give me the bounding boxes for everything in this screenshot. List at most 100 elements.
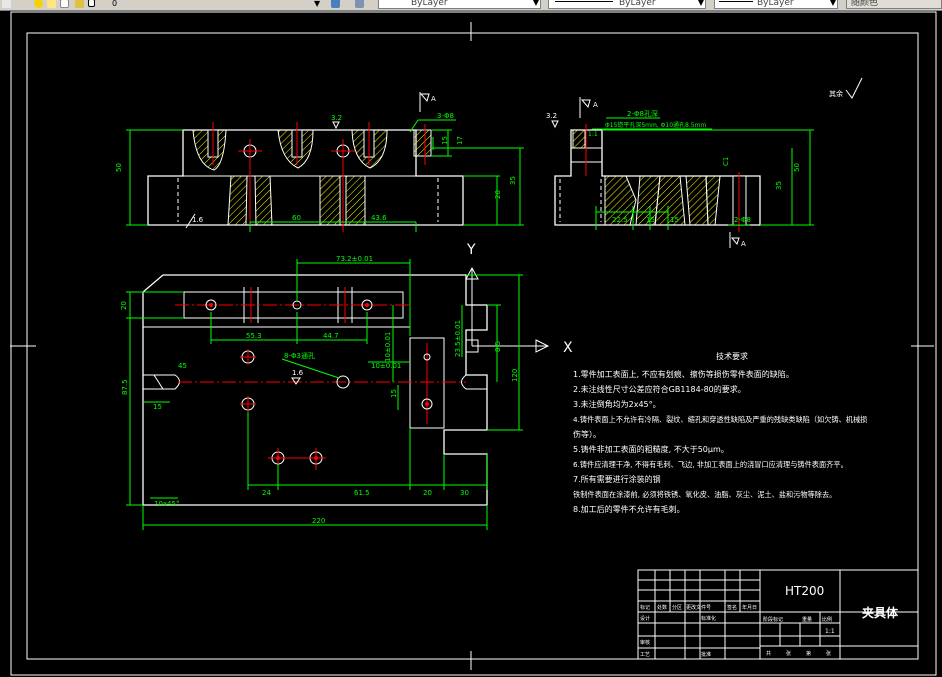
color-square-icon[interactable] — [88, 0, 95, 7]
dim-text: 35 — [509, 176, 517, 185]
scale-text: 1:1 — [825, 628, 835, 635]
dim-text: 24 — [262, 489, 271, 497]
chevron-down-icon: ▼ — [532, 0, 539, 7]
dim-text: 2-Φ8 — [734, 216, 751, 224]
dim-text: 8.5 — [494, 341, 502, 352]
scale-note: 1:1 — [588, 131, 598, 138]
dim-text: 15 — [670, 216, 679, 224]
drawing-canvas[interactable]: 50 20 35 60 43.6 17 15 3-Φ8 3.2 A 1.6 50… — [0, 10, 942, 677]
axis-x-label: X — [563, 340, 573, 356]
linetype-dropdown[interactable]: ByLayer ▼ — [548, 0, 706, 9]
sheet-outer-border — [10, 11, 937, 676]
datum-label: A — [593, 101, 598, 109]
dim-text: C1 — [722, 157, 730, 166]
tb-label: 批准 — [701, 651, 711, 658]
side-view — [554, 124, 761, 232]
dim-text: 15 — [441, 136, 449, 145]
tb-label: 签名 — [727, 604, 737, 611]
dim-text: 10±0.01 — [371, 362, 401, 370]
datum-label: A — [741, 240, 746, 248]
tb-label: 张 — [826, 650, 831, 657]
tech-item: 6.铸件应清理干净, 不得有毛刺、飞边, 非加工表面上的浇冒口应清理与铸件表面齐… — [573, 460, 848, 469]
dim-text: 30 — [460, 489, 469, 497]
general-roughness-mark: 其余 — [829, 77, 863, 99]
dim-text: 23.5±0.01 — [454, 320, 462, 357]
tb-label: 更改文件号 — [686, 604, 711, 611]
tb-label: 审核 — [640, 639, 650, 646]
dim-text: 15 — [390, 389, 398, 398]
tech-item: 伤等）。 — [573, 429, 601, 439]
color-dropdown[interactable]: ByLayer ▼ — [378, 0, 541, 9]
tb-label: 共 — [766, 650, 771, 657]
dim-text: 15 — [153, 403, 162, 411]
tb-label: 比例 — [822, 616, 832, 623]
dim-text: Φ15锪平孔深5mm, Φ10通孔8.5mm — [605, 121, 706, 129]
tb-label: 处数 — [657, 604, 667, 611]
tb-label: 工艺 — [640, 652, 650, 658]
tb-label: 张 — [786, 650, 791, 657]
dim-text: 2-Φ8孔深 — [627, 109, 658, 118]
layer-stack-icon[interactable] — [331, 0, 340, 8]
tech-title: 技术要求 — [716, 351, 748, 361]
tb-label: 阶段标记 — [763, 616, 783, 623]
tech-item: 2.未注线性尺寸公差应符合GB1184-80的要求。 — [573, 384, 746, 394]
tb-label: 设计 — [640, 615, 650, 622]
dim-text: 43.6 — [371, 214, 387, 222]
tech-item: 1.零件加工表面上, 不应有划痕、擦伤等损伤零件表面的缺陷。 — [573, 369, 794, 379]
dim-text: 15 — [646, 216, 655, 224]
part-name-text: 夹具体 — [862, 605, 899, 620]
chevron-down-icon: ▼ — [829, 0, 836, 7]
dim-text: 220 — [312, 517, 325, 525]
dim-text: 60 — [292, 214, 301, 222]
dim-text: 20 — [494, 190, 502, 199]
dim-text: 10±0.01 — [384, 332, 392, 362]
hole-callout: 8-Φ3通孔 — [284, 351, 315, 360]
dim-text: 44.7 — [323, 332, 339, 340]
roughness-text: 3.2 — [331, 114, 342, 122]
dim-text: 17 — [456, 136, 464, 145]
dim-text: 3-Φ8 — [437, 112, 454, 120]
dim-text: 50 — [115, 163, 123, 172]
dim-text: 20 — [120, 301, 128, 310]
chevron-down-icon: ▼ — [697, 0, 704, 7]
tech-item: 3.未注倒角均为2x45°。 — [573, 399, 661, 409]
dim-text: 55.3 — [246, 332, 262, 340]
lightbulb-icon[interactable] — [2, 0, 11, 8]
tb-label: 标准化 — [701, 615, 716, 622]
linetype-sample — [555, 1, 613, 2]
dim-text: 61.5 — [354, 489, 370, 497]
tech-item: 铁制件表面在涂漆前, 必须将铁锈、氧化皮、油脂、灰尘、泥土、盐和污物等除去。 — [573, 490, 836, 499]
dim-text: 20 — [423, 489, 432, 497]
roughness-note: 其余 — [829, 89, 843, 98]
material-text: HT200 — [785, 584, 824, 598]
layer-name: 0 — [112, 0, 118, 8]
color-square-icon[interactable] — [60, 0, 69, 8]
tb-label: 标记 — [640, 604, 650, 611]
roughness-text: 3.2 — [546, 112, 557, 120]
dim-text: 120 — [511, 369, 519, 382]
tb-label: 重量 — [802, 616, 812, 623]
dim-text: 50 — [793, 163, 801, 172]
dim-text: 87.5 — [121, 379, 129, 395]
color-square-icon[interactable] — [47, 0, 56, 8]
tb-label: 分区 — [672, 604, 682, 611]
dim-text: 22.5 — [612, 216, 628, 224]
tech-item: 7.所有需要进行涂装的钢 — [573, 474, 661, 484]
dim-text: 73.2±0.01 — [336, 255, 373, 263]
roughness-text: 1.6 — [192, 216, 204, 224]
sun-icon[interactable] — [34, 0, 43, 8]
tech-item: 8.加工后的零件不允许有毛刺。 — [573, 504, 685, 514]
layers-icon[interactable] — [355, 0, 364, 8]
datum-label: A — [431, 95, 436, 103]
tb-label: 年月日 — [742, 604, 757, 611]
lineweight-dropdown[interactable]: ByLayer ▼ — [714, 0, 838, 9]
dim-text: 35 — [775, 181, 783, 190]
plan-view-dimensions: 73.2±0.01 20 55.3 44.7 10±0.01 23.5±0.01… — [120, 255, 523, 530]
plotstyle-dropdown[interactable]: 随颜色 — [846, 0, 942, 9]
cad-application: 0 ▼ ByLayer ▼ ByLayer ▼ ByLayer ▼ 随颜色 50… — [0, 0, 942, 677]
title-block-text: HT200 夹具体 1:1 标记 处数 分区 更改文件号 签名 年月日 设计 标… — [640, 584, 899, 658]
tb-label: 第 — [806, 650, 811, 657]
lock-icon[interactable] — [75, 0, 84, 8]
layer-dropdown-arrow[interactable]: ▼ — [314, 0, 320, 9]
roughness-text: 1.6 — [292, 369, 304, 377]
